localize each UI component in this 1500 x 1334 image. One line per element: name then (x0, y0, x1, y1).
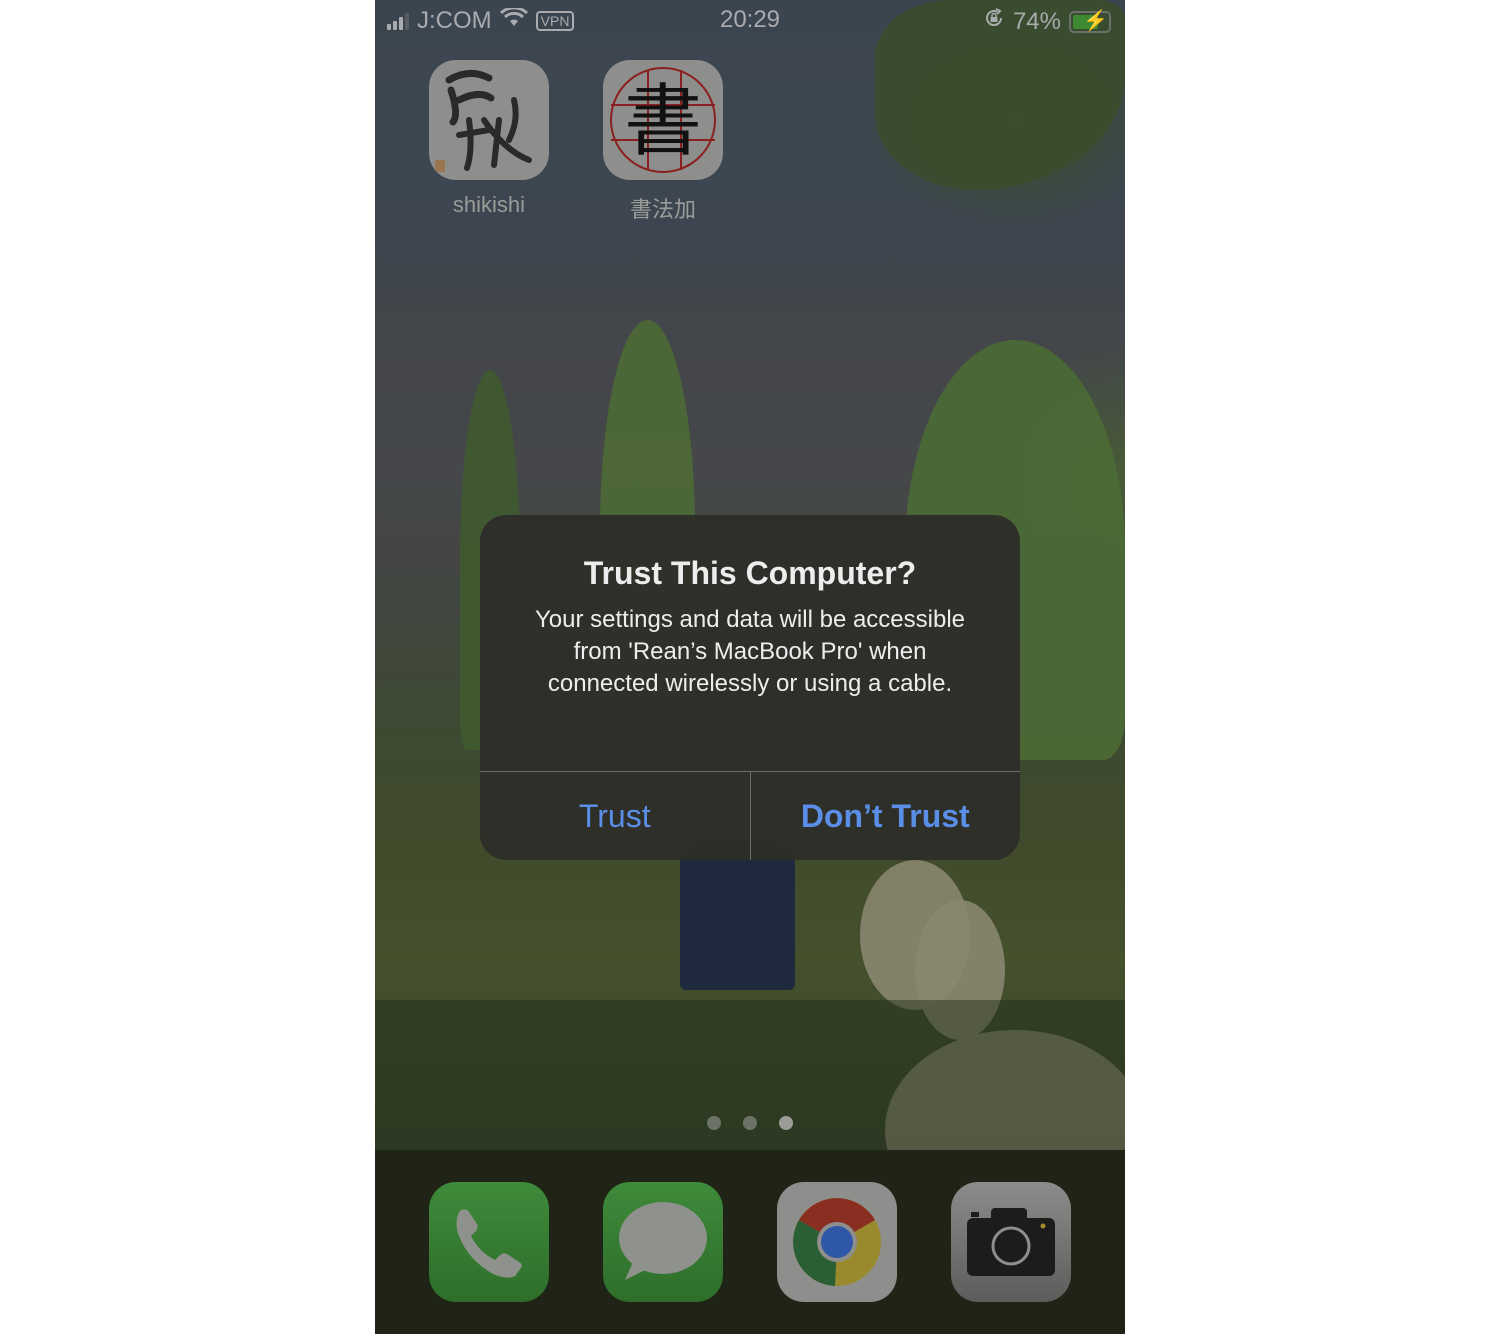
alert-button-row: Trust Don’t Trust (480, 771, 1020, 860)
status-bar: J:COM VPN 20:29 74% ⚡ (375, 0, 1125, 40)
phone-icon (429, 1182, 549, 1302)
page-dot[interactable] (707, 1116, 721, 1130)
phone-screen: J:COM VPN 20:29 74% ⚡ shikishi 書 書法加 Tru… (375, 0, 1125, 1334)
camera-icon (951, 1182, 1071, 1302)
battery-charging-icon: ⚡ (1069, 10, 1111, 33)
dont-trust-button[interactable]: Don’t Trust (749, 772, 1021, 860)
shufa-calligraphy-icon: 書 (603, 60, 723, 180)
page-dot-active[interactable] (779, 1116, 793, 1130)
dock-app-phone[interactable] (429, 1182, 549, 1302)
alert-message: Your settings and data will be accessibl… (534, 606, 966, 697)
trust-computer-alert: Trust This Computer? Your settings and d… (480, 515, 1020, 860)
dock-app-chrome[interactable] (777, 1182, 897, 1302)
dock-app-messages[interactable] (603, 1182, 723, 1302)
page-dot[interactable] (743, 1116, 757, 1130)
dock-app-camera[interactable] (951, 1182, 1071, 1302)
wallpaper-person (680, 840, 795, 990)
svg-text:書: 書 (624, 77, 702, 167)
app-shufa[interactable]: 書 書法加 (603, 60, 723, 224)
app-label: shikishi (452, 192, 526, 217)
trust-button[interactable]: Trust (480, 772, 750, 860)
messages-icon (603, 1182, 723, 1302)
orientation-lock-icon (983, 7, 1005, 36)
alert-title: Trust This Computer? (583, 555, 917, 591)
page-indicator[interactable] (375, 1116, 1125, 1130)
app-label: 書法加 (629, 197, 696, 222)
battery-percent: 74% (1012, 7, 1061, 35)
chrome-icon (777, 1182, 897, 1302)
app-shikishi[interactable]: shikishi (429, 60, 549, 218)
dock (375, 1150, 1125, 1334)
shikishi-calligraphy-icon (429, 60, 549, 180)
